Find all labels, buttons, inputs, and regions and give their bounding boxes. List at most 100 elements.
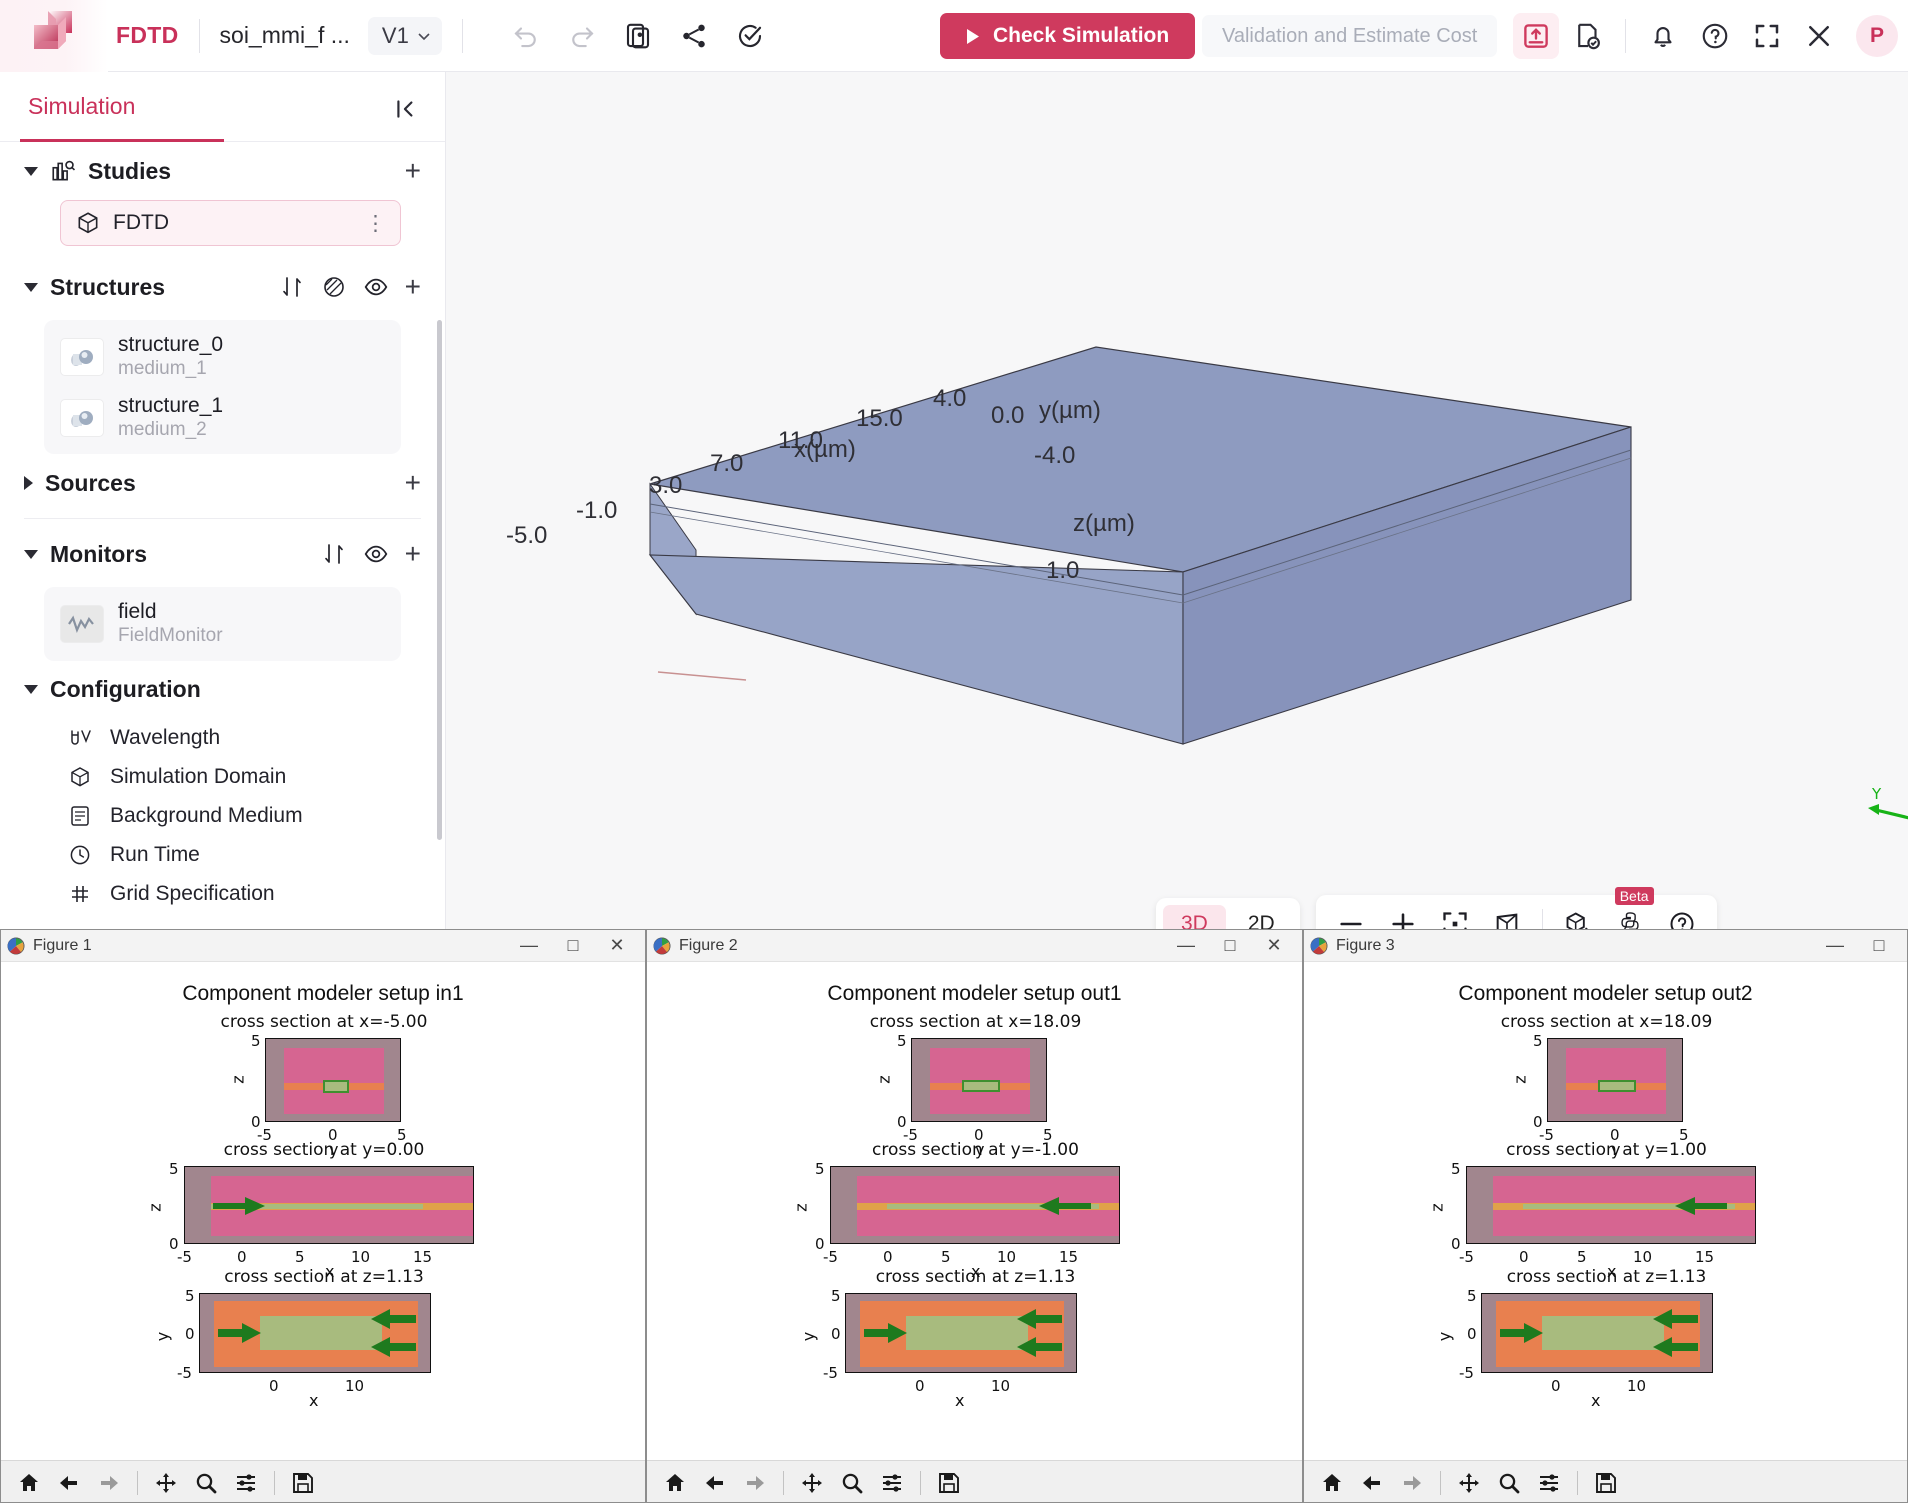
figure-window-title: Figure 1 xyxy=(33,937,92,955)
studies-actions: + xyxy=(405,157,421,185)
fullscreen-icon[interactable] xyxy=(1744,13,1790,59)
minimize-button[interactable]: — xyxy=(1813,931,1857,961)
share-icon[interactable] xyxy=(671,13,717,59)
configure-subplots-icon[interactable] xyxy=(228,1465,264,1501)
forward-arrow-icon[interactable] xyxy=(737,1465,773,1501)
play-icon xyxy=(966,28,981,45)
close-button[interactable]: ✕ xyxy=(1252,931,1296,961)
y-tick-0: 4.0 xyxy=(933,385,966,413)
home-icon[interactable] xyxy=(657,1465,693,1501)
validation-estimate-cost-button[interactable]: Validation and Estimate Cost xyxy=(1202,15,1497,57)
config-item-simulation-domain[interactable]: Simulation Domain xyxy=(24,758,421,797)
home-icon[interactable] xyxy=(1314,1465,1350,1501)
config-item-grid-specification[interactable]: Grid Specification xyxy=(24,875,421,914)
help-icon[interactable] xyxy=(1692,13,1738,59)
project-name[interactable]: soi_mmi_f ... xyxy=(220,22,350,49)
viewport-3d[interactable]: x(µm) y(µm) z(µm) -5.0 -1.0 3.0 7.0 11.0… xyxy=(446,72,1908,929)
config-item-wavelength[interactable]: Wavelength xyxy=(24,719,421,758)
x-tick-2: 3.0 xyxy=(649,472,682,500)
save-icon[interactable] xyxy=(931,1465,967,1501)
config-label: Background Medium xyxy=(110,804,303,828)
zoom-rect-icon[interactable] xyxy=(188,1465,224,1501)
config-item-background-medium[interactable]: Background Medium xyxy=(24,797,421,836)
study-menu-button[interactable]: ⋮ xyxy=(365,211,386,236)
grid-icon xyxy=(68,882,92,906)
back-arrow-icon[interactable] xyxy=(51,1465,87,1501)
toolbar-divider xyxy=(274,1471,275,1495)
bell-icon[interactable] xyxy=(1640,13,1686,59)
maximize-button[interactable]: □ xyxy=(1208,931,1252,961)
monitors-header[interactable]: Monitors + xyxy=(24,525,421,583)
ytick-label: 5 xyxy=(815,1160,825,1178)
back-arrow-icon[interactable] xyxy=(1354,1465,1390,1501)
window-buttons: — □ ✕ xyxy=(1164,931,1296,961)
list-item[interactable]: structure_1 medium_2 xyxy=(44,387,401,448)
sources-header[interactable]: Sources + xyxy=(24,454,421,512)
figure-titlebar[interactable]: Figure 3 — □ xyxy=(1304,930,1907,962)
tab-simulation[interactable]: Simulation xyxy=(28,93,135,120)
maximize-button[interactable]: □ xyxy=(1857,931,1901,961)
zoom-rect-icon[interactable] xyxy=(1491,1465,1527,1501)
chevron-down-icon[interactable] xyxy=(24,550,38,559)
visibility-icon[interactable] xyxy=(363,274,389,300)
save-icon[interactable] xyxy=(285,1465,321,1501)
back-arrow-icon[interactable] xyxy=(697,1465,733,1501)
add-study-button[interactable]: + xyxy=(405,157,421,185)
pan-icon[interactable] xyxy=(1451,1465,1487,1501)
minimize-button[interactable]: — xyxy=(507,931,551,961)
undo-icon[interactable] xyxy=(503,13,549,59)
home-icon[interactable] xyxy=(11,1465,47,1501)
forward-arrow-icon[interactable] xyxy=(91,1465,127,1501)
toolbar-divider xyxy=(920,1471,921,1495)
sort-icon[interactable] xyxy=(279,274,305,300)
check-simulation-button[interactable]: Check Simulation xyxy=(940,13,1195,59)
figure-window-1[interactable]: Figure 1 — □ ✕ Component modeler setup i… xyxy=(0,929,646,1503)
configure-subplots-icon[interactable] xyxy=(1531,1465,1567,1501)
forward-arrow-icon[interactable] xyxy=(1394,1465,1430,1501)
figure-window-2[interactable]: Figure 2 — □ ✕ Component modeler setup o… xyxy=(646,929,1303,1503)
figure-titlebar[interactable]: Figure 1 — □ ✕ xyxy=(1,930,645,962)
add-source-button[interactable]: + xyxy=(405,469,421,497)
chevron-down-icon[interactable] xyxy=(24,167,38,176)
figure-canvas[interactable]: Component modeler setup out1 cross secti… xyxy=(647,962,1302,1503)
list-item[interactable]: field FieldMonitor xyxy=(44,593,401,654)
figure-canvas[interactable]: Component modeler setup in1 cross sectio… xyxy=(1,962,645,1503)
collapse-sidebar-button[interactable] xyxy=(389,92,423,126)
list-item[interactable]: structure_0 medium_1 xyxy=(44,326,401,387)
layers-icon[interactable] xyxy=(321,274,347,300)
structure-medium: medium_1 xyxy=(118,358,223,380)
maximize-button[interactable]: □ xyxy=(551,931,595,961)
section-structures: Structures + structure_0 medium_1 xyxy=(0,258,445,454)
figure-canvas[interactable]: Component modeler setup out2 cross secti… xyxy=(1304,962,1907,1503)
minimize-button[interactable]: — xyxy=(1164,931,1208,961)
add-structure-button[interactable]: + xyxy=(405,273,421,301)
figure-titlebar[interactable]: Figure 2 — □ ✕ xyxy=(647,930,1302,962)
chevron-down-icon[interactable] xyxy=(24,685,38,694)
config-item-run-time[interactable]: Run Time xyxy=(24,836,421,875)
close-button[interactable]: ✕ xyxy=(595,931,639,961)
save-icon[interactable] xyxy=(1588,1465,1624,1501)
pan-icon[interactable] xyxy=(794,1465,830,1501)
duplicate-icon[interactable] xyxy=(615,13,661,59)
avatar[interactable]: P xyxy=(1856,15,1898,57)
study-item-fdtd[interactable]: FDTD ⋮ xyxy=(60,200,401,246)
visibility-icon[interactable] xyxy=(363,541,389,567)
close-icon[interactable] xyxy=(1796,13,1842,59)
redo-icon[interactable] xyxy=(559,13,605,59)
figure-window-3[interactable]: Figure 3 — □ Component modeler setup out… xyxy=(1303,929,1908,1503)
task-check-icon[interactable] xyxy=(727,13,773,59)
structures-header[interactable]: Structures + xyxy=(24,258,421,316)
configuration-header[interactable]: Configuration xyxy=(24,661,421,719)
save-upload-icon[interactable] xyxy=(1513,13,1559,59)
pan-icon[interactable] xyxy=(148,1465,184,1501)
version-selector[interactable]: V1 xyxy=(368,17,442,55)
sort-icon[interactable] xyxy=(321,541,347,567)
studies-header[interactable]: Studies + xyxy=(24,142,421,200)
configure-subplots-icon[interactable] xyxy=(874,1465,910,1501)
sidebar-scrollbar[interactable] xyxy=(437,320,442,840)
chevron-right-icon[interactable] xyxy=(24,476,33,490)
file-check-icon[interactable] xyxy=(1565,13,1611,59)
chevron-down-icon[interactable] xyxy=(24,283,38,292)
zoom-rect-icon[interactable] xyxy=(834,1465,870,1501)
add-monitor-button[interactable]: + xyxy=(405,540,421,568)
